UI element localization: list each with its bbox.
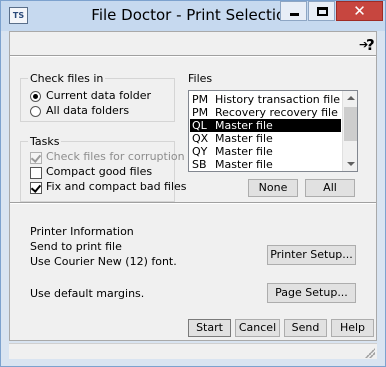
chevron-up-icon bbox=[347, 96, 355, 100]
printer-line-margins: Use default margins. bbox=[30, 287, 145, 300]
list-item[interactable]: SB Master file bbox=[190, 158, 341, 171]
file-code: QL bbox=[192, 119, 207, 132]
title-bar[interactable]: TS File Doctor - Print Selection ✕ bbox=[1, 1, 385, 31]
compact-good-files-label[interactable]: Compact good files bbox=[46, 165, 152, 178]
list-item[interactable]: QY Master file bbox=[190, 145, 341, 158]
file-name: Master file bbox=[215, 132, 273, 145]
send-button[interactable]: Send bbox=[284, 319, 327, 337]
check-files-label: Check files in bbox=[28, 72, 106, 85]
scroll-thumb[interactable] bbox=[344, 107, 357, 141]
file-name: Recovery recovery file bbox=[215, 106, 338, 119]
page-setup-button[interactable]: Page Setup... bbox=[267, 283, 356, 303]
start-button[interactable]: Start bbox=[188, 319, 231, 337]
check-corruption-checkbox[interactable] bbox=[30, 152, 42, 164]
check-corruption-label: Check files for corruption bbox=[46, 150, 185, 163]
list-item[interactable]: QX Master file bbox=[190, 132, 341, 145]
tasks-label: Tasks bbox=[28, 135, 62, 148]
maximize-button[interactable] bbox=[308, 1, 335, 21]
close-icon: ✕ bbox=[353, 2, 366, 20]
file-code: PM bbox=[192, 106, 209, 119]
cancel-button[interactable]: Cancel bbox=[235, 319, 280, 337]
dialog-body: ➔ ? Check files in Current data folder A… bbox=[9, 31, 377, 341]
radio-selected-dot bbox=[33, 94, 38, 99]
file-code: QY bbox=[192, 145, 208, 158]
file-code: PM bbox=[192, 93, 209, 106]
list-item-selected[interactable]: QL Master file bbox=[190, 119, 341, 132]
list-item[interactable]: PM Recovery recovery file bbox=[190, 106, 341, 119]
all-button[interactable]: All bbox=[305, 179, 355, 197]
file-name: Master file bbox=[215, 145, 273, 158]
none-button[interactable]: None bbox=[248, 179, 298, 197]
compact-good-files-checkbox[interactable] bbox=[30, 167, 42, 179]
file-doctor-window: TS File Doctor - Print Selection ✕ ➔ ? C… bbox=[0, 0, 386, 367]
toolbar-divider-highlight bbox=[10, 56, 376, 57]
maximize-icon bbox=[317, 7, 328, 16]
files-listbox[interactable]: PM History transaction file PM Recovery re… bbox=[188, 90, 358, 172]
current-data-folder-radio[interactable] bbox=[30, 91, 41, 102]
list-item[interactable]: PM History transaction file bbox=[190, 93, 341, 106]
printer-setup-button[interactable]: Printer Setup... bbox=[267, 245, 356, 265]
minimize-icon bbox=[290, 13, 299, 16]
status-bar bbox=[9, 343, 377, 359]
file-name: Master file bbox=[215, 158, 273, 171]
file-code: SB bbox=[192, 158, 207, 171]
printer-line-send: Send to print file bbox=[30, 240, 122, 253]
all-data-folders-radio[interactable] bbox=[30, 106, 41, 117]
scroll-up-button[interactable] bbox=[343, 91, 357, 106]
checkmark-icon bbox=[30, 182, 42, 193]
fix-compact-bad-files-checkbox[interactable] bbox=[30, 182, 42, 194]
files-label: Files bbox=[188, 72, 213, 85]
help-question-glyph: ? bbox=[366, 36, 375, 54]
file-code: QX bbox=[192, 132, 209, 145]
printer-info-label: Printer Information bbox=[30, 225, 134, 238]
all-data-folders-label[interactable]: All data folders bbox=[46, 104, 129, 117]
minimize-button[interactable] bbox=[280, 1, 307, 21]
chevron-down-icon bbox=[347, 162, 355, 166]
file-name: Master file bbox=[215, 119, 273, 132]
fix-compact-bad-files-label[interactable]: Fix and compact bad files bbox=[46, 180, 187, 193]
section-divider-highlight bbox=[10, 203, 376, 204]
current-data-folder-label[interactable]: Current data folder bbox=[46, 89, 151, 102]
checkmark-icon bbox=[30, 152, 42, 163]
help-button[interactable]: Help bbox=[331, 319, 374, 337]
files-scrollbar[interactable] bbox=[342, 91, 357, 171]
file-name: History transaction file bbox=[215, 93, 341, 106]
printer-line-font: Use Courier New (12) font. bbox=[30, 255, 177, 268]
close-button[interactable]: ✕ bbox=[336, 1, 383, 21]
context-help-icon[interactable]: ➔ ? bbox=[359, 35, 377, 55]
resize-grip-icon[interactable] bbox=[365, 348, 375, 358]
scroll-down-button[interactable] bbox=[343, 156, 357, 171]
